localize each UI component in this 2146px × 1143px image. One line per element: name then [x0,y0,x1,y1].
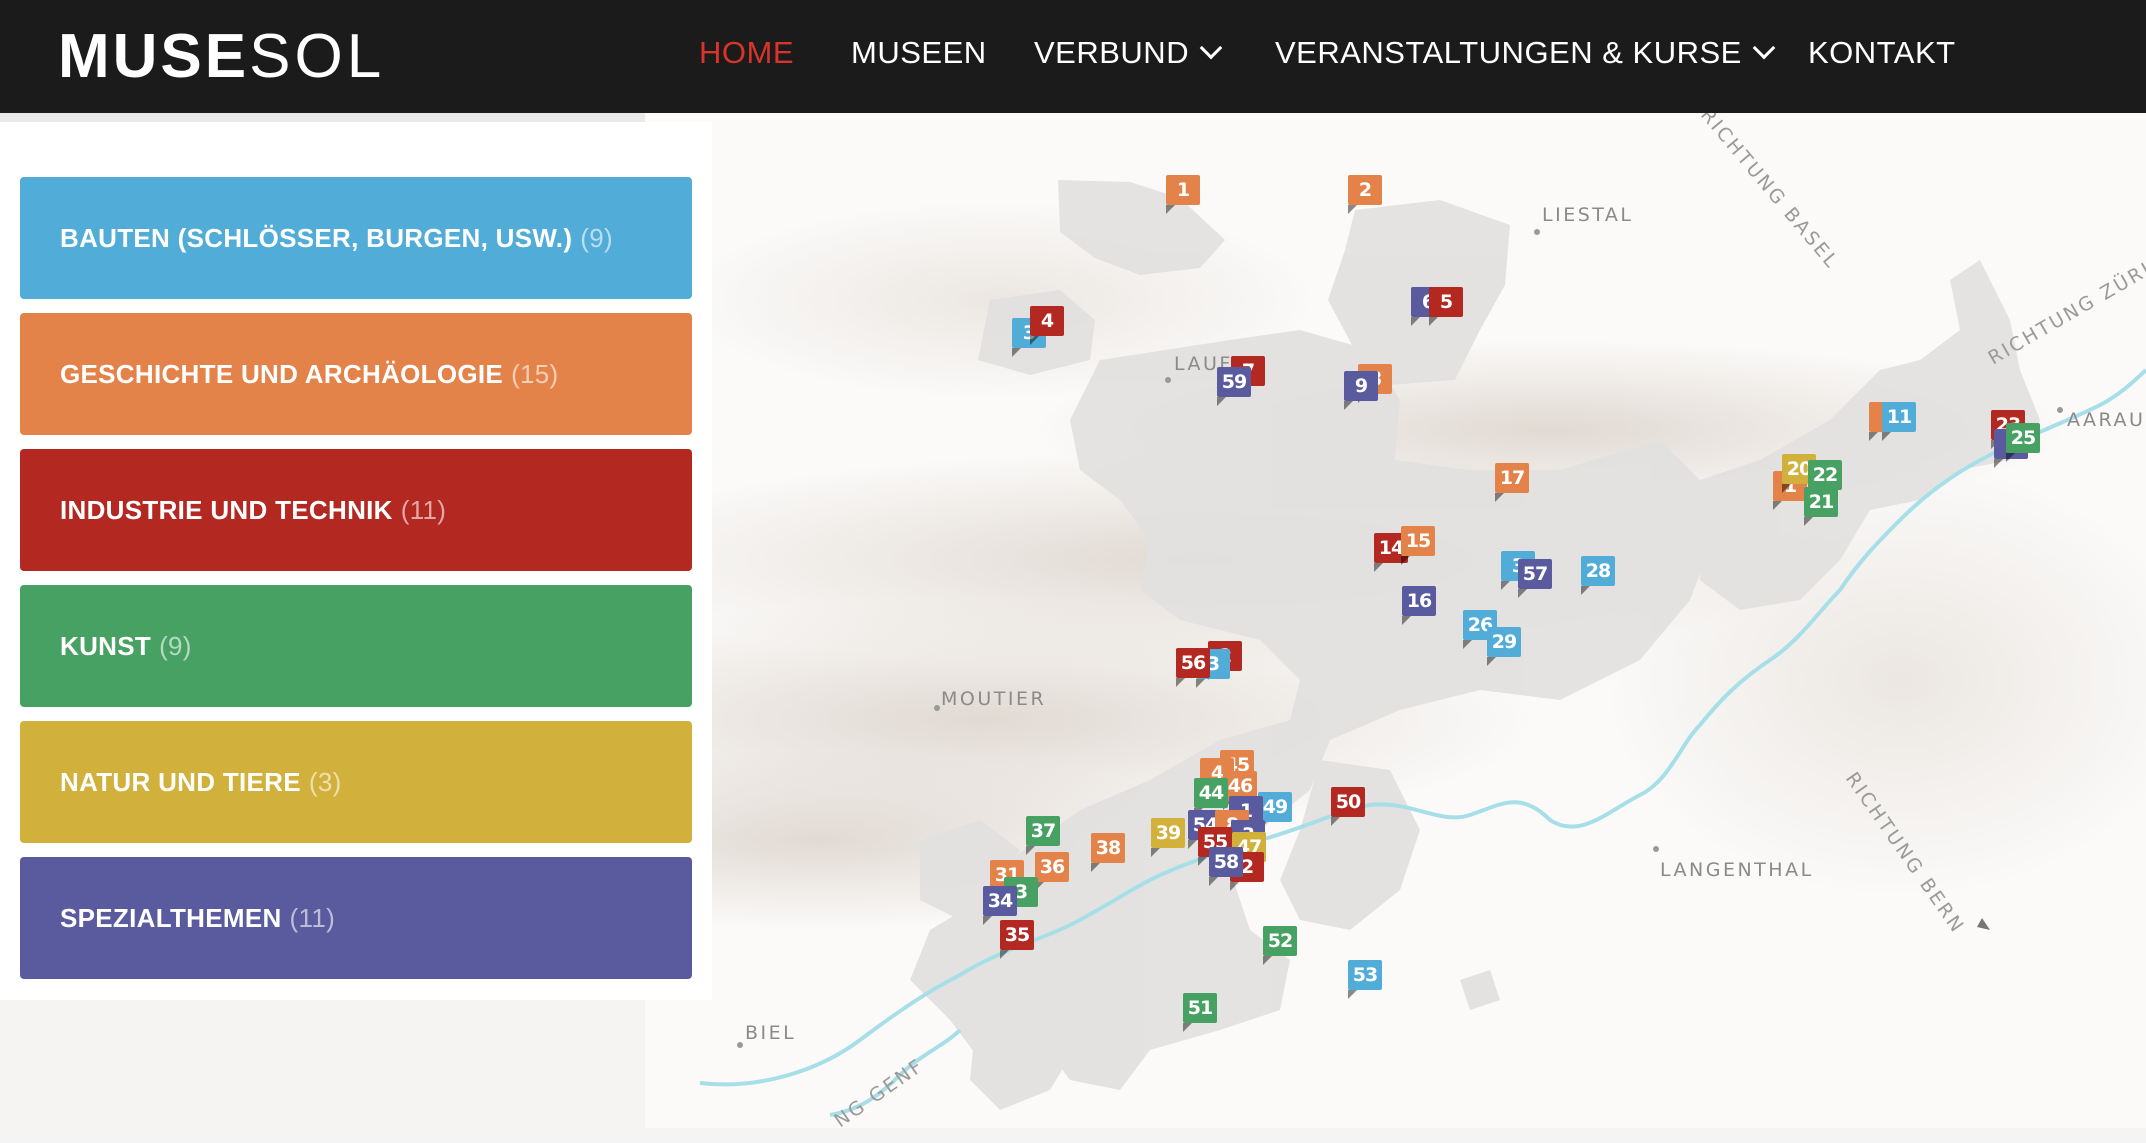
category-natur[interactable]: NATUR UND TIERE (3) [20,721,692,843]
map-marker[interactable]: 57 [1518,559,1552,598]
map-marker[interactable]: 4 [1030,306,1064,345]
map-marker[interactable]: 35 [1000,920,1034,959]
nav-kontakt[interactable]: KONTAKT [1808,0,1956,113]
place-liestal: LIESTAL [1542,204,1633,226]
map-marker[interactable]: 38 [1091,833,1125,872]
category-label: NATUR UND TIERE [60,767,301,797]
map-marker[interactable]: 9 [1344,371,1378,410]
map-marker[interactable]: 16 [1402,586,1436,625]
map-marker[interactable]: 59 [1217,367,1251,406]
nav-verbund-label: VERBUND [1034,35,1190,70]
nav-veranstaltungen-label: VERANSTALTUNGEN & KURSE [1275,35,1742,70]
logo-bold-text: MUSE [58,22,250,91]
category-kunst[interactable]: KUNST (9) [20,585,692,707]
musesol-logo[interactable]: MUSESOL [58,22,385,92]
category-count: (15) [511,359,559,389]
map-marker[interactable]: 56 [1176,648,1210,687]
nav-verbund[interactable]: VERBUND [1034,0,1223,113]
category-count: (9) [159,631,192,661]
map-marker[interactable]: 5 [1429,287,1463,326]
map-marker[interactable]: 17 [1495,463,1529,502]
map-marker[interactable]: 29 [1487,627,1521,666]
map-marker[interactable]: 1 [1166,175,1200,214]
top-navigation-bar: MUSESOL HOME MUSEEN VERBUND VERANSTALTUN… [0,0,2146,113]
map-marker[interactable]: 49 [1258,792,1292,831]
place-biel: BIEL [745,1022,796,1044]
map-marker[interactable]: 50 [1331,787,1365,826]
map-marker[interactable]: 21 [1804,487,1838,526]
category-label: INDUSTRIE UND TECHNIK [60,495,393,525]
category-label: BAUTEN (SCHLÖSSER, BURGEN, USW.) [60,223,573,253]
map-marker[interactable]: 34 [983,886,1017,925]
map-marker[interactable]: 44 [1194,778,1228,817]
category-count: (3) [308,767,342,797]
map-marker[interactable]: 58 [1209,847,1243,886]
category-industrie[interactable]: INDUSTRIE UND TECHNIK (11) [20,449,692,571]
category-panel: BAUTEN (SCHLÖSSER, BURGEN, USW.) (9) GESC… [0,122,712,1000]
place-langenthal: LANGENTHAL [1660,859,1814,881]
category-label: KUNST [60,631,152,661]
chevron-down-icon [1752,36,1776,60]
nav-veranstaltungen[interactable]: VERANSTALTUNGEN & KURSE [1275,0,1776,113]
map-marker[interactable]: 51 [1183,993,1217,1032]
map-marker[interactable]: 22 [1808,460,1842,499]
place-aarau: AARAU [2067,409,2145,431]
map-marker[interactable]: 36 [1035,852,1069,891]
map-marker[interactable]: 39 [1151,818,1185,857]
nav-museen[interactable]: MUSEEN [851,0,987,113]
map-marker[interactable]: 2 [1348,175,1382,214]
place-moutier: MOUTIER [941,688,1046,710]
category-count: (11) [400,495,447,525]
map-marker[interactable]: 11 [1882,402,1916,441]
map-marker[interactable]: 53 [1348,960,1382,999]
category-spezial[interactable]: SPEZIALTHEMEN (11) [20,857,692,979]
map-marker[interactable]: 28 [1581,556,1615,595]
chevron-down-icon [1199,36,1223,60]
category-label: SPEZIALTHEMEN [60,903,282,933]
category-geschichte[interactable]: GESCHICHTE UND ARCHÄOLOGIE (15) [20,313,692,435]
map-marker[interactable]: 25 [2006,423,2040,462]
nav-home[interactable]: HOME [699,0,794,113]
category-count: (9) [580,223,613,253]
category-label: GESCHICHTE UND ARCHÄOLOGIE [60,359,504,389]
category-count: (11) [289,903,336,933]
map-marker[interactable]: 52 [1263,926,1297,965]
map-marker[interactable]: 15 [1401,526,1435,565]
category-bauten[interactable]: BAUTEN (SCHLÖSSER, BURGEN, USW.) (9) [20,177,692,299]
map-marker[interactable]: 37 [1026,816,1060,855]
logo-light-text: SOL [249,22,386,91]
